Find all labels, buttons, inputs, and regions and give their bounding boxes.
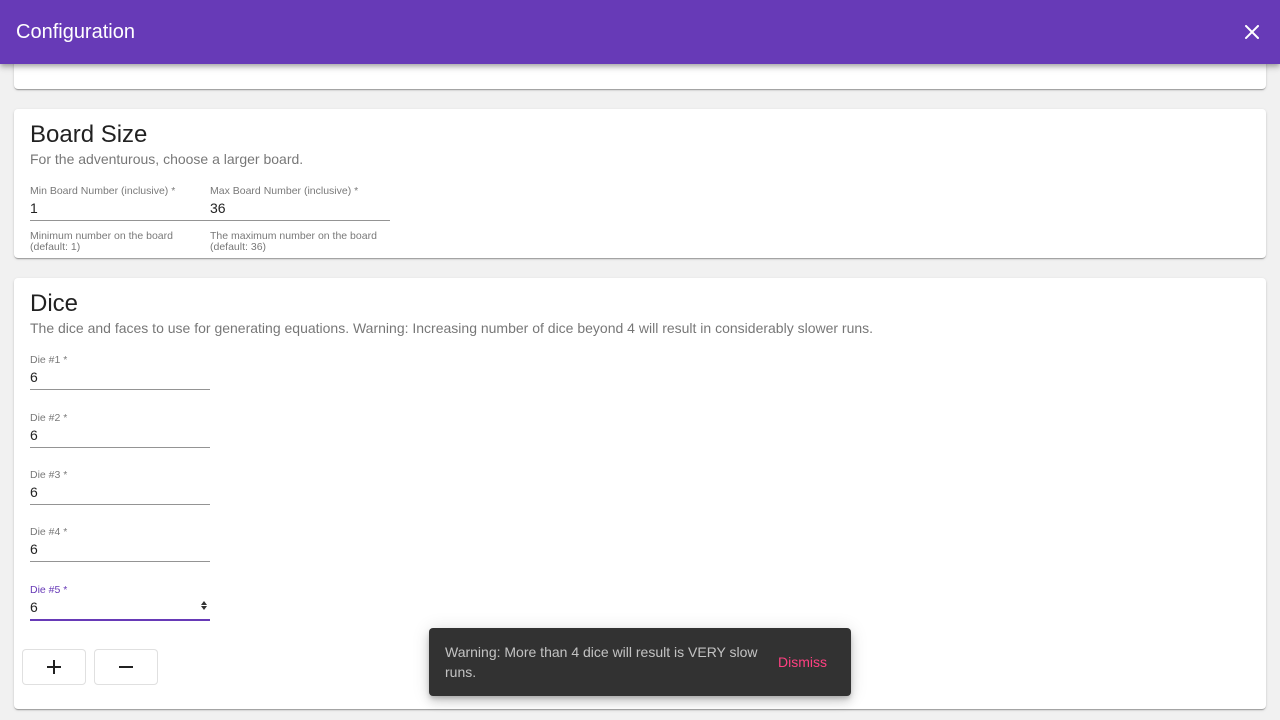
die-4-label: Die #4 * [30, 526, 68, 538]
die-4-underline [30, 561, 210, 562]
dice-title: Dice [30, 290, 79, 317]
warning-snackbar: Warning: More than 4 dice will result is… [429, 628, 851, 696]
toolbar-title: Configuration [16, 20, 135, 43]
board-size-card: Board Size For the adventurous, choose a… [14, 109, 1266, 258]
die-3-underline [30, 504, 210, 505]
die-1-input[interactable] [30, 366, 210, 388]
close-button[interactable] [1232, 12, 1272, 52]
die-4-input[interactable] [30, 538, 210, 560]
board-size-subtitle: For the adventurous, choose a larger boa… [30, 151, 304, 167]
min-board-number-hint: Minimum number on the board (default: 1) [30, 230, 173, 253]
die-3-label: Die #3 * [30, 469, 68, 481]
board-size-title: Board Size [30, 121, 148, 148]
max-board-number-hint: The maximum number on the board (default… [210, 230, 377, 253]
die-2-input[interactable] [30, 424, 210, 446]
die-1-underline [30, 389, 210, 390]
die-5-input[interactable] [30, 596, 210, 618]
min-board-number-underline [30, 220, 210, 221]
die-5-underline [30, 619, 210, 621]
spinner-up-icon[interactable] [201, 600, 207, 605]
plus-icon [47, 660, 61, 674]
dismiss-button[interactable]: Dismiss [770, 654, 835, 670]
min-board-number-label: Min Board Number (inclusive) * [30, 185, 176, 197]
minus-icon [119, 666, 133, 668]
die-5-label: Die #5 * [30, 584, 68, 596]
add-die-button[interactable] [22, 649, 86, 685]
die-5-spinner[interactable] [200, 598, 208, 612]
die-3-input[interactable] [30, 481, 210, 503]
die-2-underline [30, 447, 210, 448]
max-board-number-label: Max Board Number (inclusive) * [210, 185, 359, 197]
close-icon [1245, 25, 1259, 39]
min-board-number-input[interactable] [30, 197, 210, 219]
dice-subtitle: The dice and faces to use for generating… [30, 320, 874, 336]
remove-die-button[interactable] [94, 649, 158, 685]
max-board-number-input[interactable] [210, 197, 390, 219]
spinner-down-icon[interactable] [201, 605, 207, 610]
die-1-label: Die #1 * [30, 354, 68, 366]
snackbar-message: Warning: More than 4 dice will result is… [445, 644, 758, 680]
die-2-label: Die #2 * [30, 412, 68, 424]
max-board-number-underline [210, 220, 390, 221]
app-toolbar: Configuration [0, 0, 1280, 64]
